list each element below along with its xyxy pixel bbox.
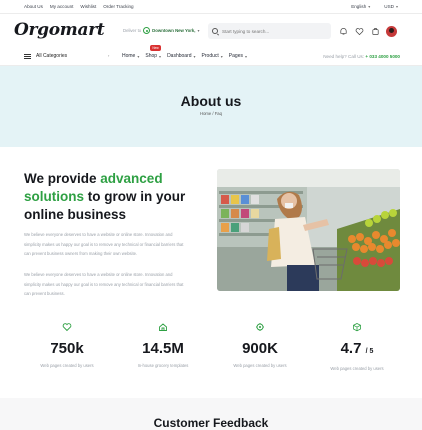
chevron-down-icon: ▾ [193,53,196,59]
stat-value: 4.7 / 5 [340,340,374,357]
help-phone: Need help? Call Us: + 033 4000 5000 [323,54,400,59]
grocery-store-photo [217,169,400,291]
search-icon[interactable] [212,28,218,34]
stat-card: 900K Web pages created by users [215,321,305,369]
stat-label: Web pages created by users [330,366,384,371]
top-links: About Us My account Wishlist Order Track… [24,4,134,9]
top-link-account[interactable]: My account [50,4,74,9]
heart-icon[interactable] [354,27,364,37]
nav-item-product[interactable]: Product ▾ [202,53,223,59]
stat-card: 14.5M In-house grocery templates [118,321,208,369]
section-title: Customer Feedback [153,416,269,430]
top-link-order-tracking[interactable]: Order Tracking [103,4,133,9]
home-icon [157,321,169,333]
stat-value: 900K [242,340,278,357]
chevron-down-icon: ▾ [244,53,247,59]
stat-card: 750k Web pages created by users [22,321,112,369]
avatar[interactable] [386,26,397,37]
logo[interactable]: Orgomart [14,20,105,40]
box-icon [351,321,363,333]
heart-icon [61,321,73,333]
stat-value: 14.5M [142,340,184,357]
top-link-about[interactable]: About Us [24,4,43,9]
chevron-right-icon: › [108,53,110,58]
about-heading: We provide advanced solutions to grow in… [24,171,186,222]
gear-icon [254,321,266,333]
chevron-down-icon: ▾ [220,53,223,59]
search-box [208,23,331,39]
new-badge: New [150,45,161,51]
customer-feedback-section: Customer Feedback [0,398,422,430]
chevron-down-icon: ▾ [159,53,162,59]
chevron-down-icon: ▾ [368,4,371,9]
nav-item-home[interactable]: Home ▾ [122,53,139,59]
stat-label: In-house grocery templates [137,363,189,368]
location-pin-icon [143,27,151,34]
bell-icon[interactable] [338,27,348,37]
search-input[interactable] [222,28,322,34]
stat-label: Web pages created by users [233,363,287,368]
main-nav: All Categories › Home ▾ New Shop ▾ Dashboar… [0,45,422,66]
currency-select[interactable]: USD ▾ [384,4,398,9]
nav-item-pages[interactable]: Pages ▾ [229,53,247,59]
stat-label: Web pages created by users [40,363,94,368]
deliver-location[interactable]: Deliver to Downtown New York, ▾ [123,27,199,34]
chevron-down-icon: ▾ [137,53,140,59]
page-title: About us [180,93,242,109]
stat-value: 750k [50,340,84,357]
about-paragraph-2: We believe everyone deserves to have a w… [24,272,184,297]
page-hero: About us Home / Faq [0,66,422,147]
top-link-wishlist[interactable]: Wishlist [80,4,96,9]
all-categories-button[interactable]: All Categories [24,53,67,59]
breadcrumb[interactable]: Home / Faq [0,111,422,116]
menu-icon [24,53,31,59]
top-bar: About Us My account Wishlist Order Track… [0,0,422,14]
about-paragraph-1: We believe everyone deserves to have a w… [24,232,184,257]
chevron-down-icon: ▾ [197,28,200,33]
nav-item-dashboard[interactable]: Dashboard ▾ [167,53,195,59]
chevron-down-icon: ▾ [395,4,398,9]
nav-item-shop[interactable]: New Shop ▾ [145,45,162,59]
language-select[interactable]: English ▾ [351,4,370,9]
cart-icon[interactable] [370,27,380,37]
header: Orgomart Deliver to Downtown New York, ▾ [0,14,422,48]
stat-card: 4.7 / 5 Web pages created by users [312,321,402,372]
